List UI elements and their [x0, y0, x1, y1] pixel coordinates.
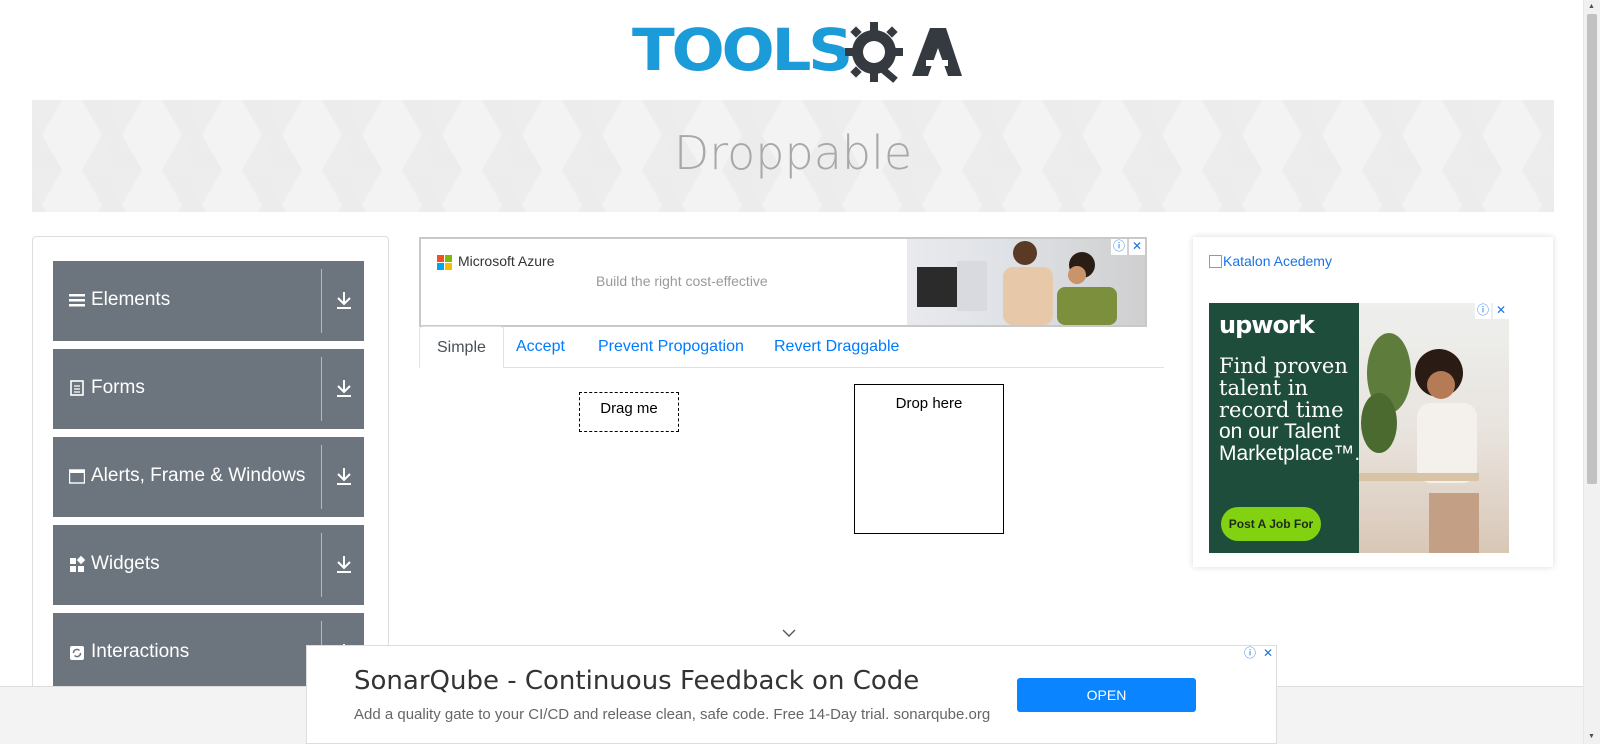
droppable-tabs: Simple Accept Prevent Propogation Revert… [419, 326, 1164, 368]
logo-text: TOOLS [632, 16, 853, 84]
sidebar-group-label: Alerts, Frame & Windows [91, 465, 306, 486]
page: TOOLS Droppable Elements Forms Alerts, F… [0, 0, 1600, 744]
tab-simple[interactable]: Simple [419, 326, 504, 368]
sidebar-group-forms[interactable]: Forms [53, 349, 364, 429]
woman-with-laptop-image [1359, 333, 1479, 553]
divider [321, 357, 322, 421]
document-icon [70, 380, 84, 396]
ad-brand: Microsoft Azure [458, 253, 555, 269]
upwork-headline: Find proven talent in record time on our… [1219, 355, 1369, 465]
ad-close-icon[interactable]: ✕ [1129, 239, 1145, 255]
upwork-photo [1359, 303, 1509, 553]
toolsqa-logo[interactable]: TOOLS [632, 14, 962, 94]
chevron-down-icon[interactable] [782, 628, 796, 638]
open-button[interactable]: OPEN [1017, 678, 1196, 712]
download-arrow-icon [337, 292, 351, 309]
ad-info-icon[interactable]: ⓘ [1475, 303, 1491, 319]
broken-image-icon [1209, 255, 1222, 268]
right-ad-panel: Katalon Acedemy upwork Find proven talen… [1193, 237, 1553, 567]
logo-suffix [926, 60, 948, 66]
hamburger-icon [69, 294, 85, 307]
microsoft-logo-icon [437, 255, 453, 271]
tab-revert-draggable[interactable]: Revert Draggable [757, 326, 916, 368]
download-arrow-icon [337, 380, 351, 397]
ad-tagline: Build the right cost-effective [596, 273, 768, 289]
tab-prevent-propogation[interactable]: Prevent Propogation [581, 326, 761, 368]
upwork-logo: upwork [1219, 311, 1315, 339]
scroll-down-icon[interactable]: ▼ [1588, 733, 1595, 741]
ad-description: Add a quality gate to your CI/CD and rel… [354, 706, 991, 723]
ad-close-icon[interactable]: ✕ [1493, 303, 1509, 319]
tab-accept[interactable]: Accept [499, 326, 582, 368]
droppable-target[interactable]: Drop here [854, 384, 1004, 534]
window-icon [69, 469, 85, 484]
sidebar-group-label: Elements [91, 289, 171, 310]
download-arrow-icon [337, 556, 351, 573]
sidebar-group-label: Interactions [91, 641, 190, 662]
ad-info-icon[interactable]: ⓘ [1111, 239, 1127, 255]
download-arrow-icon [337, 468, 351, 485]
ad-photo [907, 239, 1145, 325]
post-job-button[interactable]: Post A Job For [1221, 507, 1321, 541]
ad-close-icon[interactable]: ✕ [1260, 646, 1276, 662]
katalon-academy-link[interactable]: Katalon Acedemy [1209, 253, 1332, 269]
sidebar-group-elements[interactable]: Elements [53, 261, 364, 341]
azure-ad[interactable]: Microsoft Azure Build the right cost-eff… [419, 237, 1147, 327]
refresh-icon [70, 646, 84, 660]
sidebar-group-label: Widgets [91, 553, 160, 574]
scroll-up-icon[interactable]: ▲ [1588, 3, 1595, 11]
people-at-computer-image [917, 241, 1117, 325]
upwork-ad[interactable]: upwork Find proven talent in record time… [1209, 303, 1509, 553]
scrollbar-thumb[interactable] [1587, 14, 1597, 484]
ad-title: SonarQube - Continuous Feedback on Code [354, 666, 920, 696]
sidebar-group-alerts-frame-windows[interactable]: Alerts, Frame & Windows [53, 437, 364, 517]
vertical-scrollbar[interactable]: ▲ ▼ [1583, 0, 1600, 744]
draggable-box[interactable]: Drag me [579, 392, 679, 432]
sidebar-group-widgets[interactable]: Widgets [53, 525, 364, 605]
page-title: Droppable [673, 126, 913, 180]
ad-info-icon[interactable]: ⓘ [1242, 646, 1258, 662]
sidebar-group-label: Forms [91, 377, 145, 398]
sonarqube-ad[interactable]: SonarQube - Continuous Feedback on Code … [306, 645, 1277, 744]
divider [321, 269, 322, 333]
gear-magnifier-icon [845, 22, 962, 83]
divider [321, 445, 322, 509]
upwork-headline-line2: on our Talent Marketplace™. [1219, 420, 1361, 465]
upwork-headline-line1: Find proven talent in record time [1219, 354, 1348, 422]
divider [321, 533, 322, 597]
widgets-grid-icon [70, 555, 85, 572]
page-banner: Droppable [32, 100, 1554, 212]
katalon-academy-alt-text: Katalon Acedemy [1223, 253, 1332, 269]
